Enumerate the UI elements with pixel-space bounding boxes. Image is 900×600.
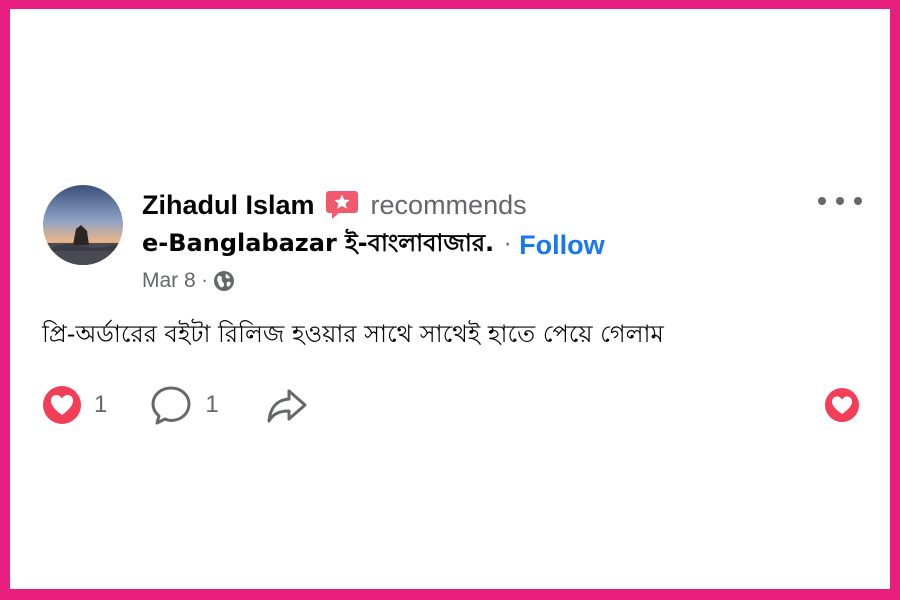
author-line: Zihadul Islam recommends xyxy=(142,185,527,225)
like-button[interactable]: 1 xyxy=(42,385,107,425)
globe-icon[interactable] xyxy=(213,270,235,292)
follow-button[interactable]: Follow xyxy=(519,230,604,261)
share-arrow-icon xyxy=(267,389,307,423)
recommends-text: recommends xyxy=(370,189,527,220)
heart-react-icon[interactable] xyxy=(824,387,860,427)
post-date[interactable]: Mar 8 xyxy=(142,269,196,293)
comment-bubble-icon xyxy=(151,386,191,425)
post-card: Zihadul Islam recommends e-Banglabazar ই… xyxy=(10,9,890,589)
recommend-star-icon xyxy=(325,188,359,222)
author-name[interactable]: Zihadul Islam xyxy=(142,190,315,221)
comment-count: 1 xyxy=(205,391,219,418)
like-count: 1 xyxy=(94,391,108,418)
more-dot xyxy=(836,197,844,205)
share-button[interactable] xyxy=(265,383,309,427)
post-meta: Mar 8 · xyxy=(142,268,235,294)
page-line: e-Banglabazar ই-বাংলাবাজার. · Follow xyxy=(142,224,605,266)
action-bar: 1 1 xyxy=(42,377,309,433)
more-dot xyxy=(854,197,862,205)
more-options-icon[interactable] xyxy=(818,189,862,213)
more-dot xyxy=(818,197,826,205)
separator-dot: · xyxy=(504,232,512,258)
author-avatar[interactable] xyxy=(43,185,123,265)
heart-reaction-icon xyxy=(43,386,81,424)
avatar-image xyxy=(43,185,123,265)
post-body: প্রি-অর্ডারের বইটা রিলিজ হওয়ার সাথে সাথ… xyxy=(42,320,664,348)
meta-separator: · xyxy=(201,270,208,292)
page-name[interactable]: e-Banglabazar ই-বাংলাবাজার. xyxy=(142,225,494,265)
comment-button[interactable]: 1 xyxy=(149,383,219,427)
